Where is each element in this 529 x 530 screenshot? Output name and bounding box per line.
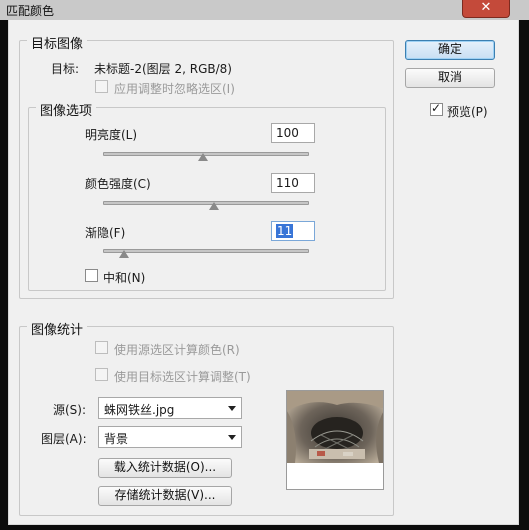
title-bar[interactable]: 匹配颜色 (0, 0, 529, 20)
neutralize-checkbox[interactable] (85, 269, 98, 282)
source-preview-thumbnail (286, 390, 384, 490)
fade-input[interactable]: 11 (271, 221, 315, 241)
use-source-selection-checkbox[interactable] (95, 341, 108, 354)
image-options-group: 图像选项 明亮度(L) 100 颜色强度(C) 110 渐隐(F) 11 中和(… (28, 100, 386, 291)
color-intensity-slider-thumb[interactable] (209, 202, 219, 210)
chevron-down-icon (228, 406, 236, 411)
target-label: 目标: (51, 62, 80, 76)
preview-checkbox[interactable] (430, 101, 443, 116)
color-intensity-input[interactable]: 110 (271, 173, 315, 193)
save-statistics-button[interactable]: 存储统计数据(V)... (98, 486, 232, 506)
use-source-selection-label: 使用源选区计算颜色(R) (114, 343, 240, 357)
color-intensity-slider-track[interactable] (103, 201, 309, 205)
fade-slider-track[interactable] (103, 249, 309, 253)
layer-label: 图层(A): (41, 432, 87, 446)
target-image-group: 目标图像 目标: 未标题-2(图层 2, RGB/8) 应用调整时忽略选区(I)… (19, 33, 394, 299)
fade-slider-thumb[interactable] (119, 250, 129, 258)
close-button[interactable] (462, 0, 510, 18)
source-preview-image (287, 391, 383, 489)
target-image-legend: 目标图像 (27, 33, 88, 52)
window-title: 匹配颜色 (6, 4, 55, 18)
layer-select[interactable]: 背景 (98, 426, 242, 448)
source-select-value: 蛛网铁丝.jpg (104, 403, 175, 417)
chevron-down-icon (228, 435, 236, 440)
dialog-body: 目标图像 目标: 未标题-2(图层 2, RGB/8) 应用调整时忽略选区(I)… (8, 20, 519, 525)
layer-select-value: 背景 (104, 432, 129, 446)
ignore-selection-label: 应用调整时忽略选区(I) (114, 82, 235, 96)
load-statistics-button[interactable]: 载入统计数据(O)... (98, 458, 232, 478)
target-value: 未标题-2(图层 2, RGB/8) (94, 62, 232, 76)
use-target-selection-checkbox[interactable] (95, 368, 108, 381)
source-select[interactable]: 蛛网铁丝.jpg (98, 397, 242, 419)
source-label: 源(S): (53, 403, 87, 417)
image-statistics-legend: 图像统计 (27, 319, 88, 338)
cancel-button[interactable]: 取消 (405, 68, 495, 88)
use-target-selection-label: 使用目标选区计算调整(T) (114, 370, 251, 384)
dialog-window: 匹配颜色 目标图像 目标: 未标题-2(图层 2, RGB/8) 应用调整时忽略… (0, 0, 529, 530)
ignore-selection-checkbox[interactable] (95, 80, 108, 93)
fade-label: 渐隐(F) (85, 226, 126, 240)
luminance-slider-thumb[interactable] (198, 153, 208, 161)
color-intensity-label: 颜色强度(C) (85, 177, 151, 191)
image-options-legend: 图像选项 (36, 100, 97, 119)
luminance-label: 明亮度(L) (85, 128, 138, 142)
ok-button[interactable]: 确定 (405, 40, 495, 60)
preview-label: 预览(P) (447, 105, 488, 119)
neutralize-label: 中和(N) (103, 271, 146, 285)
luminance-input[interactable]: 100 (271, 123, 315, 143)
